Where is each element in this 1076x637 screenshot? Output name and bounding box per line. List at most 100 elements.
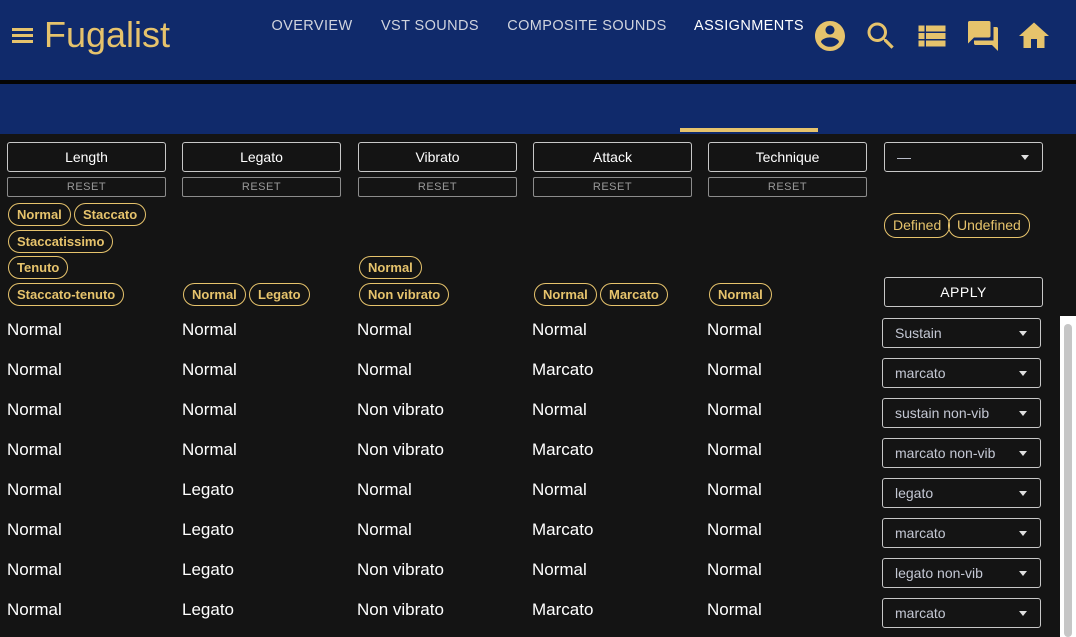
attack-cell: Marcato [532, 600, 594, 619]
technique-filter-button[interactable]: Technique [708, 142, 867, 172]
sound-assignment-select[interactable]: marcato [882, 598, 1041, 628]
search-icon[interactable] [863, 18, 899, 54]
vibrato-cell: Normal [357, 360, 412, 379]
vibrato-cell: Normal [357, 480, 412, 499]
attack-cell: Marcato [532, 440, 594, 459]
attack-reset-button[interactable]: RESET [533, 177, 692, 197]
technique-chip-normal[interactable]: Normal [709, 283, 772, 306]
technique-cell: Normal [707, 400, 762, 419]
dropdown-arrow-icon [1019, 411, 1027, 416]
technique-cell: Normal [707, 360, 762, 379]
dropdown-arrow-icon [1019, 371, 1027, 376]
sound-assignment-value: Sustain [895, 325, 942, 341]
dropdown-arrow-icon [1019, 531, 1027, 536]
vibrato-reset-button[interactable]: RESET [358, 177, 517, 197]
dropdown-arrow-icon [1019, 451, 1027, 456]
length-cell: Normal [7, 560, 62, 579]
attack-chip-normal[interactable]: Normal [534, 283, 597, 306]
sound-assignment-select[interactable]: marcato [882, 518, 1041, 548]
dropdown-arrow-icon [1019, 611, 1027, 616]
vibrato-cell: Non vibrato [357, 560, 444, 579]
vibrato-cell: Non vibrato [357, 400, 444, 419]
length-chip-staccatissimo[interactable]: Staccatissimo [8, 230, 114, 253]
legato-cell: Legato [182, 480, 234, 499]
status-chip-defined[interactable]: Defined [884, 213, 951, 238]
attack-cell: Normal [532, 560, 587, 579]
sound-assignment-select[interactable]: legato non-vib [882, 558, 1041, 588]
length-cell: Normal [7, 520, 62, 539]
length-reset-button[interactable]: RESET [7, 177, 166, 197]
dropdown-arrow-icon [1019, 331, 1027, 336]
app-title: Fugalist [44, 14, 171, 55]
dropdown-arrow-icon [1021, 155, 1029, 160]
sound-assignment-value: sustain non-vib [895, 405, 990, 421]
length-cell: Normal [7, 480, 62, 499]
length-chip-staccato[interactable]: Staccato [74, 203, 147, 226]
legato-cell: Legato [182, 600, 234, 619]
tab-vst-sounds[interactable]: VST SOUNDS [372, 0, 488, 50]
vibrato-filter-button[interactable]: Vibrato [358, 142, 517, 172]
sound-assignment-select[interactable]: marcato [882, 358, 1041, 388]
tab-overview[interactable]: OVERVIEW [262, 0, 362, 50]
vibrato-cell: Normal [357, 320, 412, 339]
scrollbar-thumb[interactable] [1064, 324, 1072, 637]
attack-chip-marcato[interactable]: Marcato [600, 283, 668, 306]
technique-cell: Normal [707, 440, 762, 459]
active-tab-indicator [680, 128, 818, 132]
technique-cell: Normal [707, 560, 762, 579]
technique-cell: Normal [707, 600, 762, 619]
tab-assignments[interactable]: ASSIGNMENTS [680, 0, 818, 50]
scrollbar[interactable] [1060, 316, 1076, 637]
technique-reset-button[interactable]: RESET [708, 177, 867, 197]
attack-cell: Marcato [532, 360, 594, 379]
assignment-filter-value: — [897, 149, 911, 165]
legato-chip-normal[interactable]: Normal [183, 283, 246, 306]
legato-cell: Normal [182, 400, 237, 419]
tab-bar [0, 84, 1076, 134]
sound-assignment-value: marcato [895, 365, 946, 381]
legato-cell: Normal [182, 320, 237, 339]
length-cell: Normal [7, 440, 62, 459]
length-chip-normal[interactable]: Normal [8, 203, 71, 226]
apply-button[interactable]: APPLY [884, 277, 1043, 307]
attack-cell: Normal [532, 320, 587, 339]
attack-cell: Marcato [532, 520, 594, 539]
sound-assignment-value: marcato [895, 605, 946, 621]
vibrato-chip-non-vibrato[interactable]: Non vibrato [359, 283, 450, 306]
legato-cell: Legato [182, 560, 234, 579]
sound-assignment-value: marcato [895, 525, 946, 541]
legato-cell: Legato [182, 520, 234, 539]
length-filter-button[interactable]: Length [7, 142, 166, 172]
sound-assignment-select[interactable]: sustain non-vib [882, 398, 1041, 428]
technique-cell: Normal [707, 320, 762, 339]
technique-cell: Normal [707, 520, 762, 539]
sound-assignment-select[interactable]: legato [882, 478, 1041, 508]
sound-assignment-select[interactable]: marcato non-vib [882, 438, 1041, 468]
attack-cell: Normal [532, 400, 587, 419]
vibrato-chip-normal[interactable]: Normal [359, 256, 422, 279]
length-cell: Normal [7, 400, 62, 419]
legato-reset-button[interactable]: RESET [182, 177, 341, 197]
attack-cell: Normal [532, 480, 587, 499]
length-chip-staccato-tenuto[interactable]: Staccato-tenuto [8, 283, 125, 306]
vibrato-cell: Normal [357, 520, 412, 539]
sound-assignment-value: marcato non-vib [895, 445, 996, 461]
vibrato-cell: Non vibrato [357, 600, 444, 619]
list-icon[interactable] [914, 18, 950, 54]
dropdown-arrow-icon [1019, 491, 1027, 496]
legato-filter-button[interactable]: Legato [182, 142, 341, 172]
length-chip-tenuto[interactable]: Tenuto [8, 256, 69, 279]
legato-cell: Normal [182, 440, 237, 459]
attack-filter-button[interactable]: Attack [533, 142, 692, 172]
forum-icon[interactable] [965, 18, 1001, 54]
tab-composite-sounds[interactable]: COMPOSITE SOUNDS [500, 0, 674, 50]
home-icon[interactable] [1016, 18, 1052, 54]
legato-chip-legato[interactable]: Legato [249, 283, 310, 306]
status-chip-undefined[interactable]: Undefined [948, 213, 1030, 238]
sound-assignment-select[interactable]: Sustain [882, 318, 1041, 348]
menu-icon[interactable] [12, 26, 34, 44]
assignment-filter-select[interactable]: — [884, 142, 1043, 172]
legato-cell: Normal [182, 360, 237, 379]
sound-assignment-value: legato non-vib [895, 565, 983, 581]
length-cell: Normal [7, 320, 62, 339]
